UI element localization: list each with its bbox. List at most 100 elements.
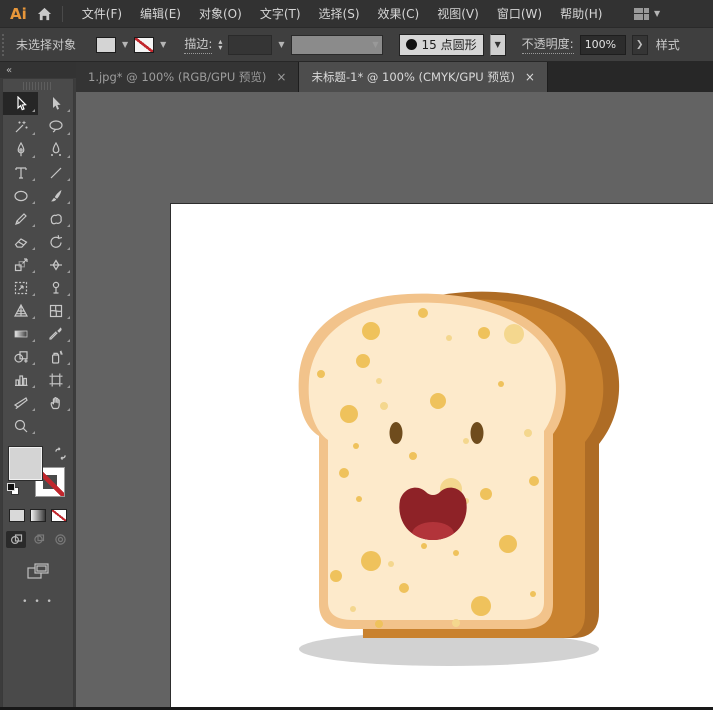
magic-wand-tool[interactable] [3,115,38,138]
eraser-tool[interactable] [3,230,38,253]
menu-item-4[interactable]: 文字(T) [251,0,310,28]
stroke-weight-label[interactable]: 描边: [184,35,212,54]
fill-chevron-icon[interactable]: ▼ [122,41,128,49]
paintbrush-tool[interactable] [38,184,73,207]
width-icon [48,257,64,273]
draw-behind-icon[interactable] [28,531,48,548]
opacity-next-icon[interactable]: ❯ [632,35,648,55]
swap-fill-stroke-icon[interactable] [54,445,67,464]
workspace-switcher[interactable]: ▼ [634,0,660,28]
shape-builder-tool[interactable] [3,345,38,368]
gradient-tool[interactable] [3,322,38,345]
width-tool[interactable] [38,253,73,276]
selection-tool[interactable] [3,92,38,115]
menu-bar: Ai 文件(F)编辑(E)对象(O)文字(T)选择(S)效果(C)视图(V)窗口… [0,0,713,28]
bread-spot [529,476,539,486]
bread-spot [452,619,460,627]
fill-color-swatch[interactable] [96,37,116,53]
workspace-grid-icon [634,8,649,20]
bread-spot [446,335,452,341]
menu-item-8[interactable]: 窗口(W) [488,0,551,28]
column-graph-tool[interactable] [3,368,38,391]
type-tool[interactable] [3,161,38,184]
gradient-button[interactable] [30,509,46,522]
default-fill-stroke-icon[interactable] [7,483,19,495]
bread-spot [376,378,382,384]
eraser-icon [13,234,29,250]
symbol-sprayer-icon [48,349,64,365]
bread-illustration[interactable] [171,204,713,710]
draw-inside-icon[interactable] [50,531,70,548]
bread-spot [430,393,446,409]
stroke-weight-stepper[interactable]: ▴▾ [218,39,222,51]
artboard-tool[interactable] [38,368,73,391]
pen-tool[interactable] [3,138,38,161]
direct-selection-tool[interactable] [38,92,73,115]
line-segment-tool[interactable] [38,161,73,184]
illustrator-window: Ai 文件(F)编辑(E)对象(O)文字(T)选择(S)效果(C)视图(V)窗口… [0,0,713,710]
shaper-icon [48,211,64,227]
pen-icon [13,142,29,158]
tab-close-icon[interactable]: × [276,71,286,83]
lasso-tool[interactable] [38,115,73,138]
tab-close-icon[interactable]: × [525,71,535,83]
lasso-icon [48,119,64,135]
menu-item-3[interactable]: 对象(O) [190,0,251,28]
perspective-grid-icon [13,303,29,319]
eyedropper-tool[interactable] [38,322,73,345]
brush-definition-dropdown[interactable]: 15 点圆形 [399,34,484,56]
pencil-icon [13,211,29,227]
pencil-tool[interactable] [3,207,38,230]
document-tab-2[interactable]: 未标题-1* @ 100% (CMYK/GPU 预览)× [299,62,547,92]
stroke-weight-field[interactable] [228,35,272,55]
direct-selection-icon [48,96,64,112]
symbol-sprayer-tool[interactable] [38,345,73,368]
rotate-tool[interactable] [38,230,73,253]
opacity-label[interactable]: 不透明度: [522,35,574,54]
free-transform-icon [13,280,29,296]
selection-icon [13,96,29,112]
stroke-color-swatch[interactable] [134,37,154,53]
collapse-panel-button[interactable]: « [0,62,76,78]
fill-proxy-swatch[interactable] [9,447,42,480]
slice-tool[interactable] [3,391,38,414]
menu-item-9[interactable]: 帮助(H) [551,0,611,28]
puppet-warp-icon [48,280,64,296]
hand-icon [48,395,64,411]
menu-item-1[interactable]: 文件(F) [73,0,131,28]
zoom-tool[interactable] [3,414,38,437]
screen-mode-icon[interactable] [26,562,50,585]
pasteboard [76,92,713,710]
bread-spot [340,405,358,423]
opacity-field[interactable]: 100% [580,35,626,55]
brush-chevron[interactable]: ▼ [490,34,506,56]
menu-item-5[interactable]: 选择(S) [310,0,369,28]
panel-grip[interactable] [2,34,6,56]
bread-spot [504,324,524,344]
ellipse-tool[interactable] [3,184,38,207]
perspective-grid-tool[interactable] [3,299,38,322]
menu-item-2[interactable]: 编辑(E) [131,0,190,28]
stroke-chevron-icon[interactable]: ▼ [160,41,166,49]
scale-tool[interactable] [3,253,38,276]
style-label[interactable]: 样式 [656,36,680,53]
hand-tool[interactable] [38,391,73,414]
document-tab-1[interactable]: 1.jpg* @ 100% (RGB/GPU 预览)× [76,62,299,92]
puppet-warp-tool[interactable] [38,276,73,299]
bread-spot [418,308,428,318]
curvature-tool[interactable] [38,138,73,161]
toolbar-drag-handle[interactable] [23,82,53,90]
draw-normal-icon[interactable] [6,531,26,548]
bread-spot [388,561,394,567]
menu-item-6[interactable]: 效果(C) [369,0,429,28]
none-button[interactable] [51,509,67,522]
mesh-tool[interactable] [38,299,73,322]
menu-item-7[interactable]: 视图(V) [428,0,488,28]
edit-toolbar-button[interactable]: • • • [22,597,54,607]
stroke-weight-chevron-icon[interactable]: ▼ [278,41,284,49]
shaper-tool[interactable] [38,207,73,230]
stroke-profile-dropdown[interactable]: ▼ [291,35,383,55]
home-icon[interactable] [37,7,52,21]
color-button[interactable] [9,509,25,522]
free-transform-tool[interactable] [3,276,38,299]
